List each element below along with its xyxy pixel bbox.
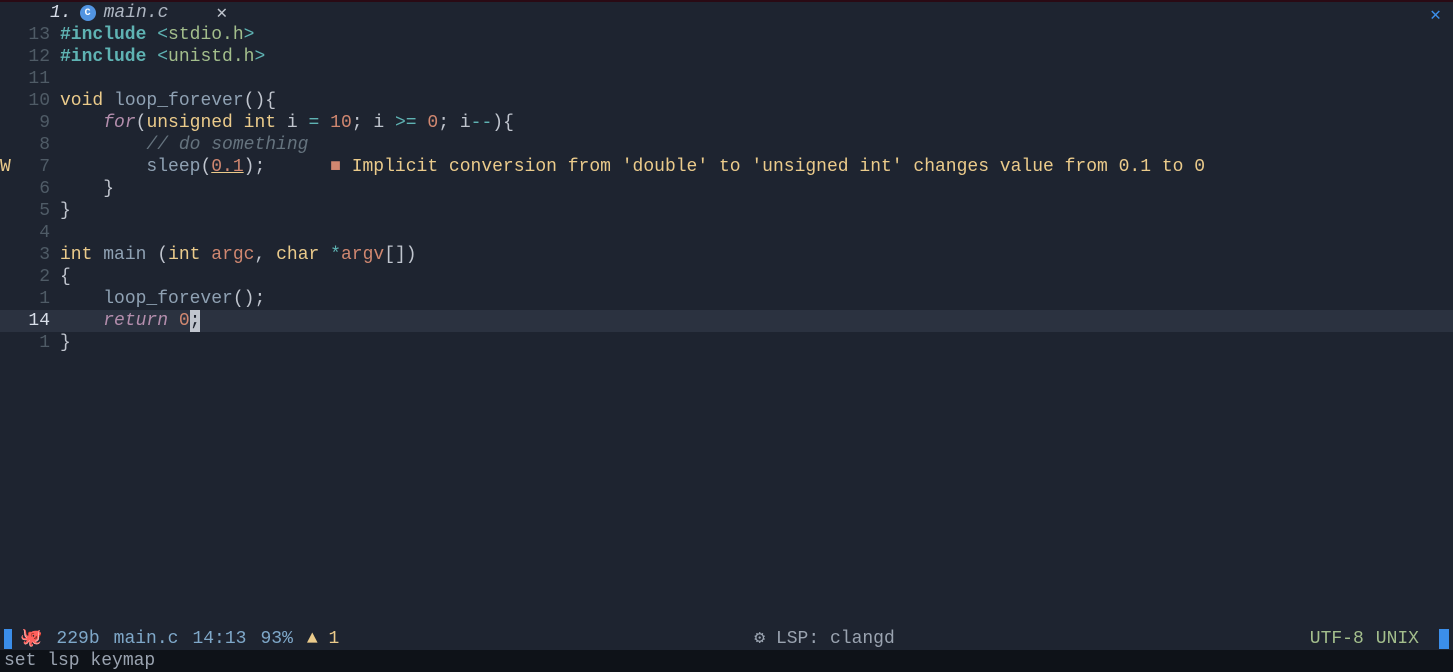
line-number: 9	[20, 112, 60, 134]
sign-column: W	[0, 156, 20, 178]
warning-icon: ▲ 1	[307, 628, 339, 650]
panel-close-icon[interactable]: ✕	[1430, 4, 1441, 26]
code-line[interactable]: W7 sleep(0.1); ■ Implicit conversion fro…	[0, 156, 1453, 178]
mode-indicator-right	[1439, 629, 1449, 649]
code-content[interactable]: #include <stdio.h>	[60, 24, 1453, 46]
code-content[interactable]	[60, 222, 1453, 244]
line-number: 6	[20, 178, 60, 200]
code-content[interactable]: }	[60, 178, 1453, 200]
code-editor[interactable]: 13#include <stdio.h>12#include <unistd.h…	[0, 24, 1453, 628]
command-line[interactable]: set lsp keymap	[0, 650, 1453, 672]
sign-column	[0, 134, 20, 156]
sign-column	[0, 178, 20, 200]
line-number: 3	[20, 244, 60, 266]
line-number: 10	[20, 90, 60, 112]
git-icon: 🐙	[20, 628, 42, 650]
c-file-icon: C	[80, 5, 96, 21]
code-content[interactable]: int main (int argc, char *argv[])	[60, 244, 1453, 266]
line-number: 14	[20, 310, 60, 332]
code-line[interactable]: 12#include <unistd.h>	[0, 46, 1453, 68]
lsp-label: LSP:	[776, 629, 819, 649]
code-line[interactable]: 4	[0, 222, 1453, 244]
code-content[interactable]: void loop_forever(){	[60, 90, 1453, 112]
mode-indicator	[4, 629, 12, 649]
code-content[interactable]: }	[60, 200, 1453, 222]
code-content[interactable]: {	[60, 266, 1453, 288]
status-filename: main.c	[114, 628, 179, 650]
code-content[interactable]: #include <unistd.h>	[60, 46, 1453, 68]
code-line[interactable]: 9 for(unsigned int i = 10; i >= 0; i--){	[0, 112, 1453, 134]
code-content[interactable]: for(unsigned int i = 10; i >= 0; i--){	[60, 112, 1453, 134]
sign-column	[0, 288, 20, 310]
line-number: 11	[20, 68, 60, 90]
line-number: 13	[20, 24, 60, 46]
code-line[interactable]: 3int main (int argc, char *argv[])	[0, 244, 1453, 266]
sign-column	[0, 24, 20, 46]
code-content[interactable]	[60, 68, 1453, 90]
status-percent: 93%	[260, 628, 292, 650]
tab-number: 1.	[50, 3, 72, 23]
code-line[interactable]: 8 // do something	[0, 134, 1453, 156]
code-content[interactable]: }	[60, 332, 1453, 354]
sign-column	[0, 266, 20, 288]
line-number: 4	[20, 222, 60, 244]
code-content[interactable]: sleep(0.1); ■ Implicit conversion from '…	[60, 156, 1453, 178]
code-line[interactable]: 5}	[0, 200, 1453, 222]
status-encoding: UTF-8	[1310, 628, 1364, 650]
tab-main-c[interactable]: 1. C main.c ✕	[0, 2, 237, 24]
lsp-server: clangd	[830, 629, 895, 649]
tab-bar: 1. C main.c ✕ ✕	[0, 0, 1453, 24]
code-content[interactable]: // do something	[60, 134, 1453, 156]
sign-column	[0, 222, 20, 244]
sign-column	[0, 244, 20, 266]
code-line[interactable]: 13#include <stdio.h>	[0, 24, 1453, 46]
gear-icon: ⚙	[754, 629, 765, 649]
code-line[interactable]: 14 return 0;	[0, 310, 1453, 332]
line-number: 8	[20, 134, 60, 156]
code-line[interactable]: 1}	[0, 332, 1453, 354]
code-line[interactable]: 10void loop_forever(){	[0, 90, 1453, 112]
line-number: 7	[20, 156, 60, 178]
status-bar: 🐙 229b main.c 14:13 93% ▲ 1 ⚙ LSP: clang…	[0, 628, 1453, 650]
line-number: 1	[20, 332, 60, 354]
tab-filename: main.c	[104, 3, 169, 23]
line-number: 12	[20, 46, 60, 68]
line-number: 5	[20, 200, 60, 222]
code-line[interactable]: 11	[0, 68, 1453, 90]
sign-column	[0, 90, 20, 112]
line-number: 2	[20, 266, 60, 288]
sign-column	[0, 200, 20, 222]
code-content[interactable]: loop_forever();	[60, 288, 1453, 310]
code-content[interactable]: return 0;	[60, 310, 1453, 332]
line-number: 1	[20, 288, 60, 310]
sign-column	[0, 332, 20, 354]
code-line[interactable]: 1 loop_forever();	[0, 288, 1453, 310]
sign-column	[0, 310, 20, 332]
status-fileformat: UNIX	[1376, 628, 1419, 650]
status-position: 14:13	[192, 628, 246, 650]
close-icon[interactable]: ✕	[216, 2, 227, 24]
sign-column	[0, 68, 20, 90]
code-line[interactable]: 6 }	[0, 178, 1453, 200]
sign-column	[0, 46, 20, 68]
status-filesize: 229b	[56, 628, 99, 650]
code-line[interactable]: 2{	[0, 266, 1453, 288]
sign-column	[0, 112, 20, 134]
